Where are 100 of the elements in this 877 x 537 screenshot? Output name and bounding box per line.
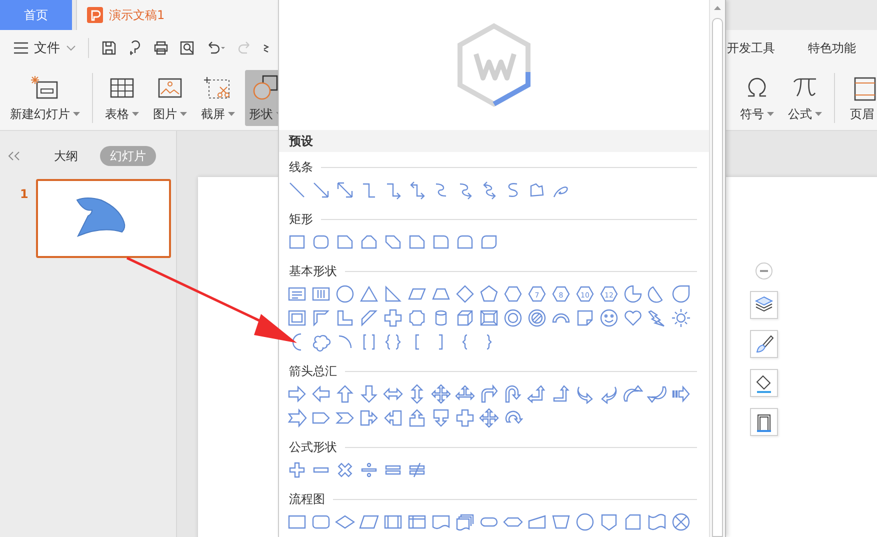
ribbon-button[interactable]: 图片 bbox=[149, 70, 191, 126]
hexagon-icon[interactable] bbox=[503, 284, 523, 304]
section-title: 矩形 bbox=[289, 210, 313, 228]
ribbon-button[interactable]: 公式 bbox=[784, 70, 826, 126]
pentagon-icon[interactable] bbox=[479, 284, 499, 304]
arrow-line-icon[interactable] bbox=[311, 180, 331, 200]
notched-right-arrow-icon[interactable] bbox=[287, 408, 307, 428]
slide-number: 1 bbox=[20, 187, 28, 201]
file-menu-button[interactable]: 文件 bbox=[14, 39, 76, 57]
cube-icon[interactable] bbox=[455, 308, 475, 328]
scrollbar-thumb[interactable] bbox=[712, 18, 723, 537]
double-arrow-line-icon[interactable] bbox=[335, 180, 355, 200]
caret-icon bbox=[180, 112, 187, 116]
donut-icon[interactable] bbox=[503, 308, 523, 328]
diagonal-stripe-icon[interactable] bbox=[359, 308, 379, 328]
up-arrow-icon[interactable] bbox=[335, 384, 355, 404]
card-icon[interactable] bbox=[623, 512, 643, 532]
u-turn-arrow-icon[interactable] bbox=[503, 384, 523, 404]
zoom-out-icon[interactable] bbox=[755, 262, 773, 280]
section-title: 流程图 bbox=[289, 490, 325, 508]
bent-up-arrow-icon[interactable] bbox=[551, 384, 571, 404]
pie-icon[interactable] bbox=[623, 284, 643, 304]
side-tool-button[interactable] bbox=[750, 330, 778, 358]
caret-icon bbox=[228, 112, 235, 116]
quad-arrow-callout-icon[interactable] bbox=[479, 408, 499, 428]
up-arrow-callout-icon[interactable] bbox=[407, 408, 427, 428]
quad-arrow-icon[interactable] bbox=[431, 384, 451, 404]
curved-down-arrow-icon[interactable] bbox=[647, 384, 667, 404]
section-title: 箭头总汇 bbox=[289, 362, 337, 380]
diamond-icon[interactable] bbox=[455, 284, 475, 304]
cross-icon[interactable] bbox=[383, 308, 403, 328]
right-arrow-callout-icon[interactable] bbox=[359, 408, 379, 428]
ribbon-button[interactable]: 截屏 bbox=[197, 70, 239, 126]
half-frame-icon[interactable] bbox=[311, 308, 331, 328]
caret-icon bbox=[815, 112, 822, 116]
ribbon-tab[interactable]: 特色功能 bbox=[797, 40, 867, 56]
collapse-icon[interactable] bbox=[8, 151, 20, 161]
print-preview-icon[interactable] bbox=[179, 40, 195, 56]
ribbon-button[interactable]: 表格 bbox=[101, 70, 143, 126]
side-tool-button[interactable] bbox=[750, 291, 778, 319]
curved-up-arrow-icon[interactable] bbox=[623, 384, 643, 404]
lightning-icon[interactable] bbox=[647, 308, 667, 328]
triangle-icon[interactable] bbox=[359, 284, 379, 304]
left-up-arrow-icon[interactable] bbox=[527, 384, 547, 404]
off-page-connector-icon[interactable] bbox=[599, 512, 619, 532]
ellipse-icon[interactable] bbox=[335, 284, 355, 304]
ribbon-button[interactable]: 页眉 bbox=[843, 70, 877, 126]
bevel-icon[interactable] bbox=[479, 308, 499, 328]
plus-icon[interactable] bbox=[287, 460, 307, 480]
not-equal-icon[interactable] bbox=[407, 460, 427, 480]
ribbon-button[interactable]: 新建幻灯片 bbox=[6, 70, 84, 126]
double-brace-icon[interactable] bbox=[383, 332, 403, 352]
bent-arrow-icon[interactable] bbox=[479, 384, 499, 404]
scroll-up-icon bbox=[714, 6, 721, 10]
side-tool-button[interactable] bbox=[750, 408, 778, 436]
teardrop-icon[interactable] bbox=[671, 284, 691, 304]
presentation-icon bbox=[87, 7, 103, 23]
side-tool-button[interactable] bbox=[750, 369, 778, 397]
line-icon[interactable] bbox=[287, 180, 307, 200]
cross-arrow-icon[interactable] bbox=[455, 408, 475, 428]
summing-junction-icon[interactable] bbox=[671, 512, 691, 532]
right-triangle-icon[interactable] bbox=[383, 284, 403, 304]
caret-icon bbox=[73, 112, 80, 116]
section-title: 基本形状 bbox=[289, 262, 337, 280]
new-slide-icon bbox=[30, 74, 60, 102]
l-shape-icon[interactable] bbox=[335, 308, 355, 328]
cloud-icon[interactable] bbox=[311, 332, 331, 352]
striped-right-arrow-icon[interactable] bbox=[671, 384, 691, 404]
menu-icon bbox=[14, 42, 28, 54]
plaque-icon[interactable] bbox=[407, 308, 427, 328]
smiley-icon[interactable] bbox=[599, 308, 619, 328]
ribbon-tab[interactable]: 开发工具 bbox=[716, 40, 786, 56]
chevron-down-icon bbox=[66, 45, 76, 51]
curved-left-arrow-icon[interactable] bbox=[599, 384, 619, 404]
down-arrow-callout-icon[interactable] bbox=[431, 408, 451, 428]
scrollbar[interactable] bbox=[709, 0, 725, 537]
save-icon[interactable] bbox=[101, 40, 117, 56]
left-arrow-callout-icon[interactable] bbox=[383, 408, 403, 428]
right-arrow-icon[interactable] bbox=[287, 384, 307, 404]
sun-icon[interactable] bbox=[671, 308, 691, 328]
multidocument-icon[interactable] bbox=[455, 512, 475, 532]
folded-corner-icon[interactable] bbox=[575, 308, 595, 328]
slide-thumbnail[interactable] bbox=[36, 179, 172, 258]
menu-heading: 预设 bbox=[279, 130, 709, 152]
multiply-icon[interactable] bbox=[335, 460, 355, 480]
connector-icon[interactable] bbox=[575, 512, 595, 532]
section-title: 公式形状 bbox=[289, 438, 337, 456]
heart-icon[interactable] bbox=[623, 308, 643, 328]
left-arrow-icon[interactable] bbox=[311, 384, 331, 404]
print-icon[interactable] bbox=[153, 40, 169, 56]
section-title: 线条 bbox=[289, 158, 313, 176]
caret-icon bbox=[132, 112, 139, 116]
punched-tape-icon[interactable] bbox=[647, 512, 667, 532]
frame-icon[interactable] bbox=[287, 308, 307, 328]
no-symbol-icon[interactable] bbox=[527, 308, 547, 328]
panel-tab[interactable]: 大纲 bbox=[44, 146, 88, 166]
divide-icon[interactable] bbox=[359, 460, 379, 480]
curved-right-arrow-icon[interactable] bbox=[575, 384, 595, 404]
down-arrow-icon[interactable] bbox=[359, 384, 379, 404]
ribbon-button[interactable]: 符号 bbox=[736, 70, 778, 126]
